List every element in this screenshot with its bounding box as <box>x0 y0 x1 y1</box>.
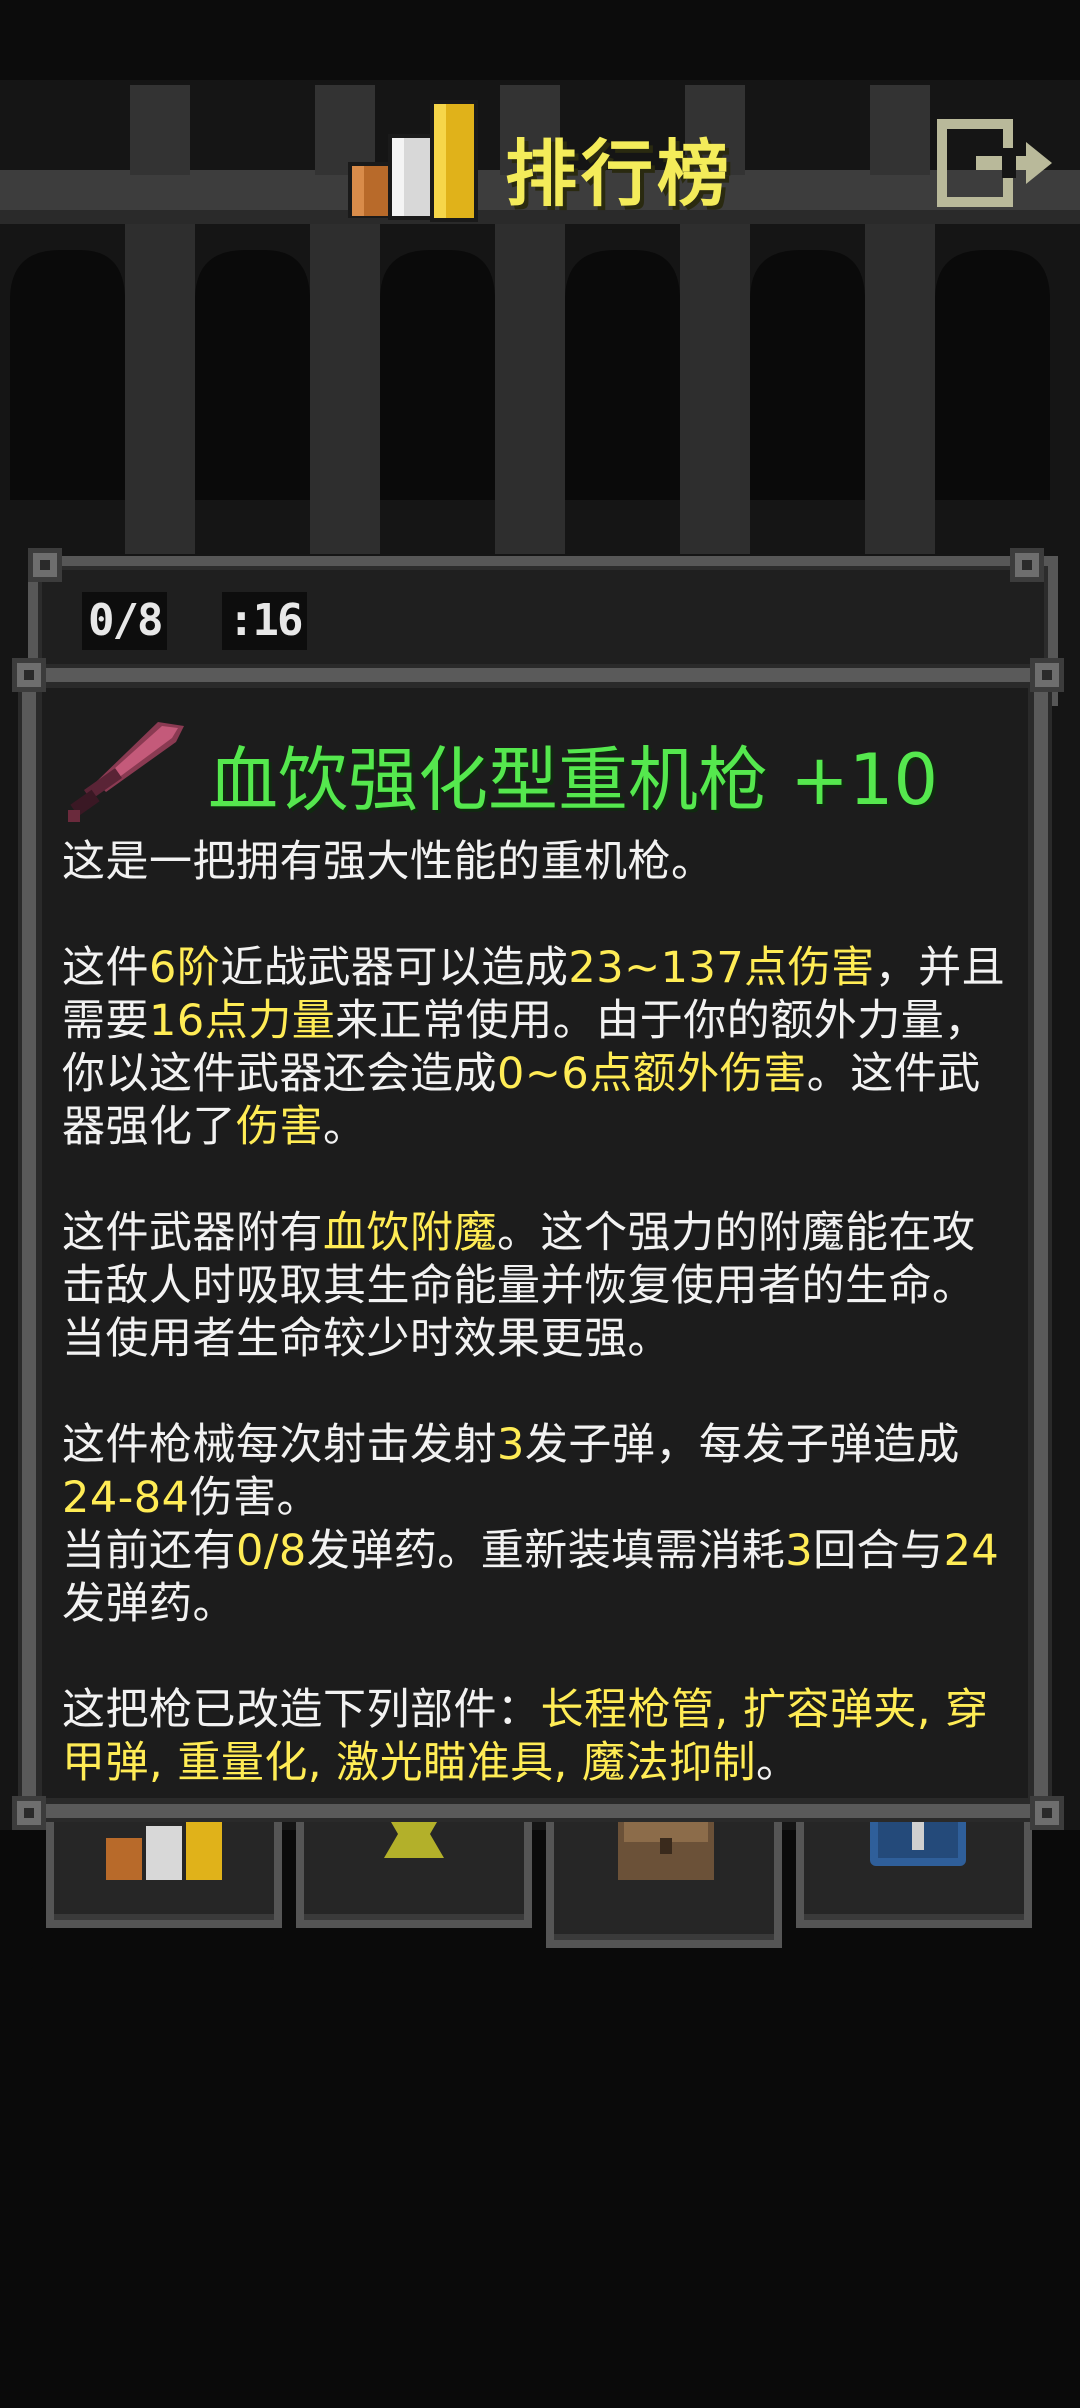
desc-enchantment: 这件武器附有血饮附魔。这个强力的附魔能在攻击敌人时吸取其生命能量并恢复使用者的生… <box>62 1208 976 1364</box>
desc-intro: 这是一把拥有强大性能的重机枪。 <box>62 837 715 887</box>
rankings-tab-icon <box>106 1820 222 1880</box>
frame-corner <box>12 1796 46 1830</box>
ammo-counter: 0/8 <box>82 592 168 650</box>
frame-corner <box>28 548 62 582</box>
desc-stats: 这件6阶近战武器可以造成23~137点伤害，并且需要16点力量来正常使用。由于你… <box>62 943 1006 1152</box>
rankings-bars-icon <box>348 100 478 222</box>
page-title: 排行榜 <box>505 132 734 216</box>
frame-corner <box>1030 1796 1064 1830</box>
exit-icon[interactable] <box>936 118 1056 208</box>
chest-tab-icon <box>618 1810 714 1880</box>
desc-mods: 这把枪已改造下列部件：长程枪管, 扩容弹夹, 穿甲弹, 重量化, 激光瞄准具, … <box>62 1685 989 1788</box>
desc-ammo: 当前还有0/8发弹药。重新装填需消耗3回合与24发弹药。 <box>62 1526 1000 1629</box>
frame-corner <box>1030 658 1064 692</box>
frame-corner <box>12 658 46 692</box>
frame-corner <box>1010 548 1044 582</box>
sword-icon <box>68 722 184 822</box>
item-title: 血饮强化型重机枪 +10 <box>208 739 938 821</box>
desc-shots: 这件枪械每次射击发射3发子弹，每发子弹造成24-84伤害。 <box>62 1420 960 1523</box>
turn-counter: :16 <box>222 592 308 650</box>
item-description: 这是一把拥有强大性能的重机枪。 这件6阶近战武器可以造成23~137点伤害，并且… <box>62 836 1012 1790</box>
